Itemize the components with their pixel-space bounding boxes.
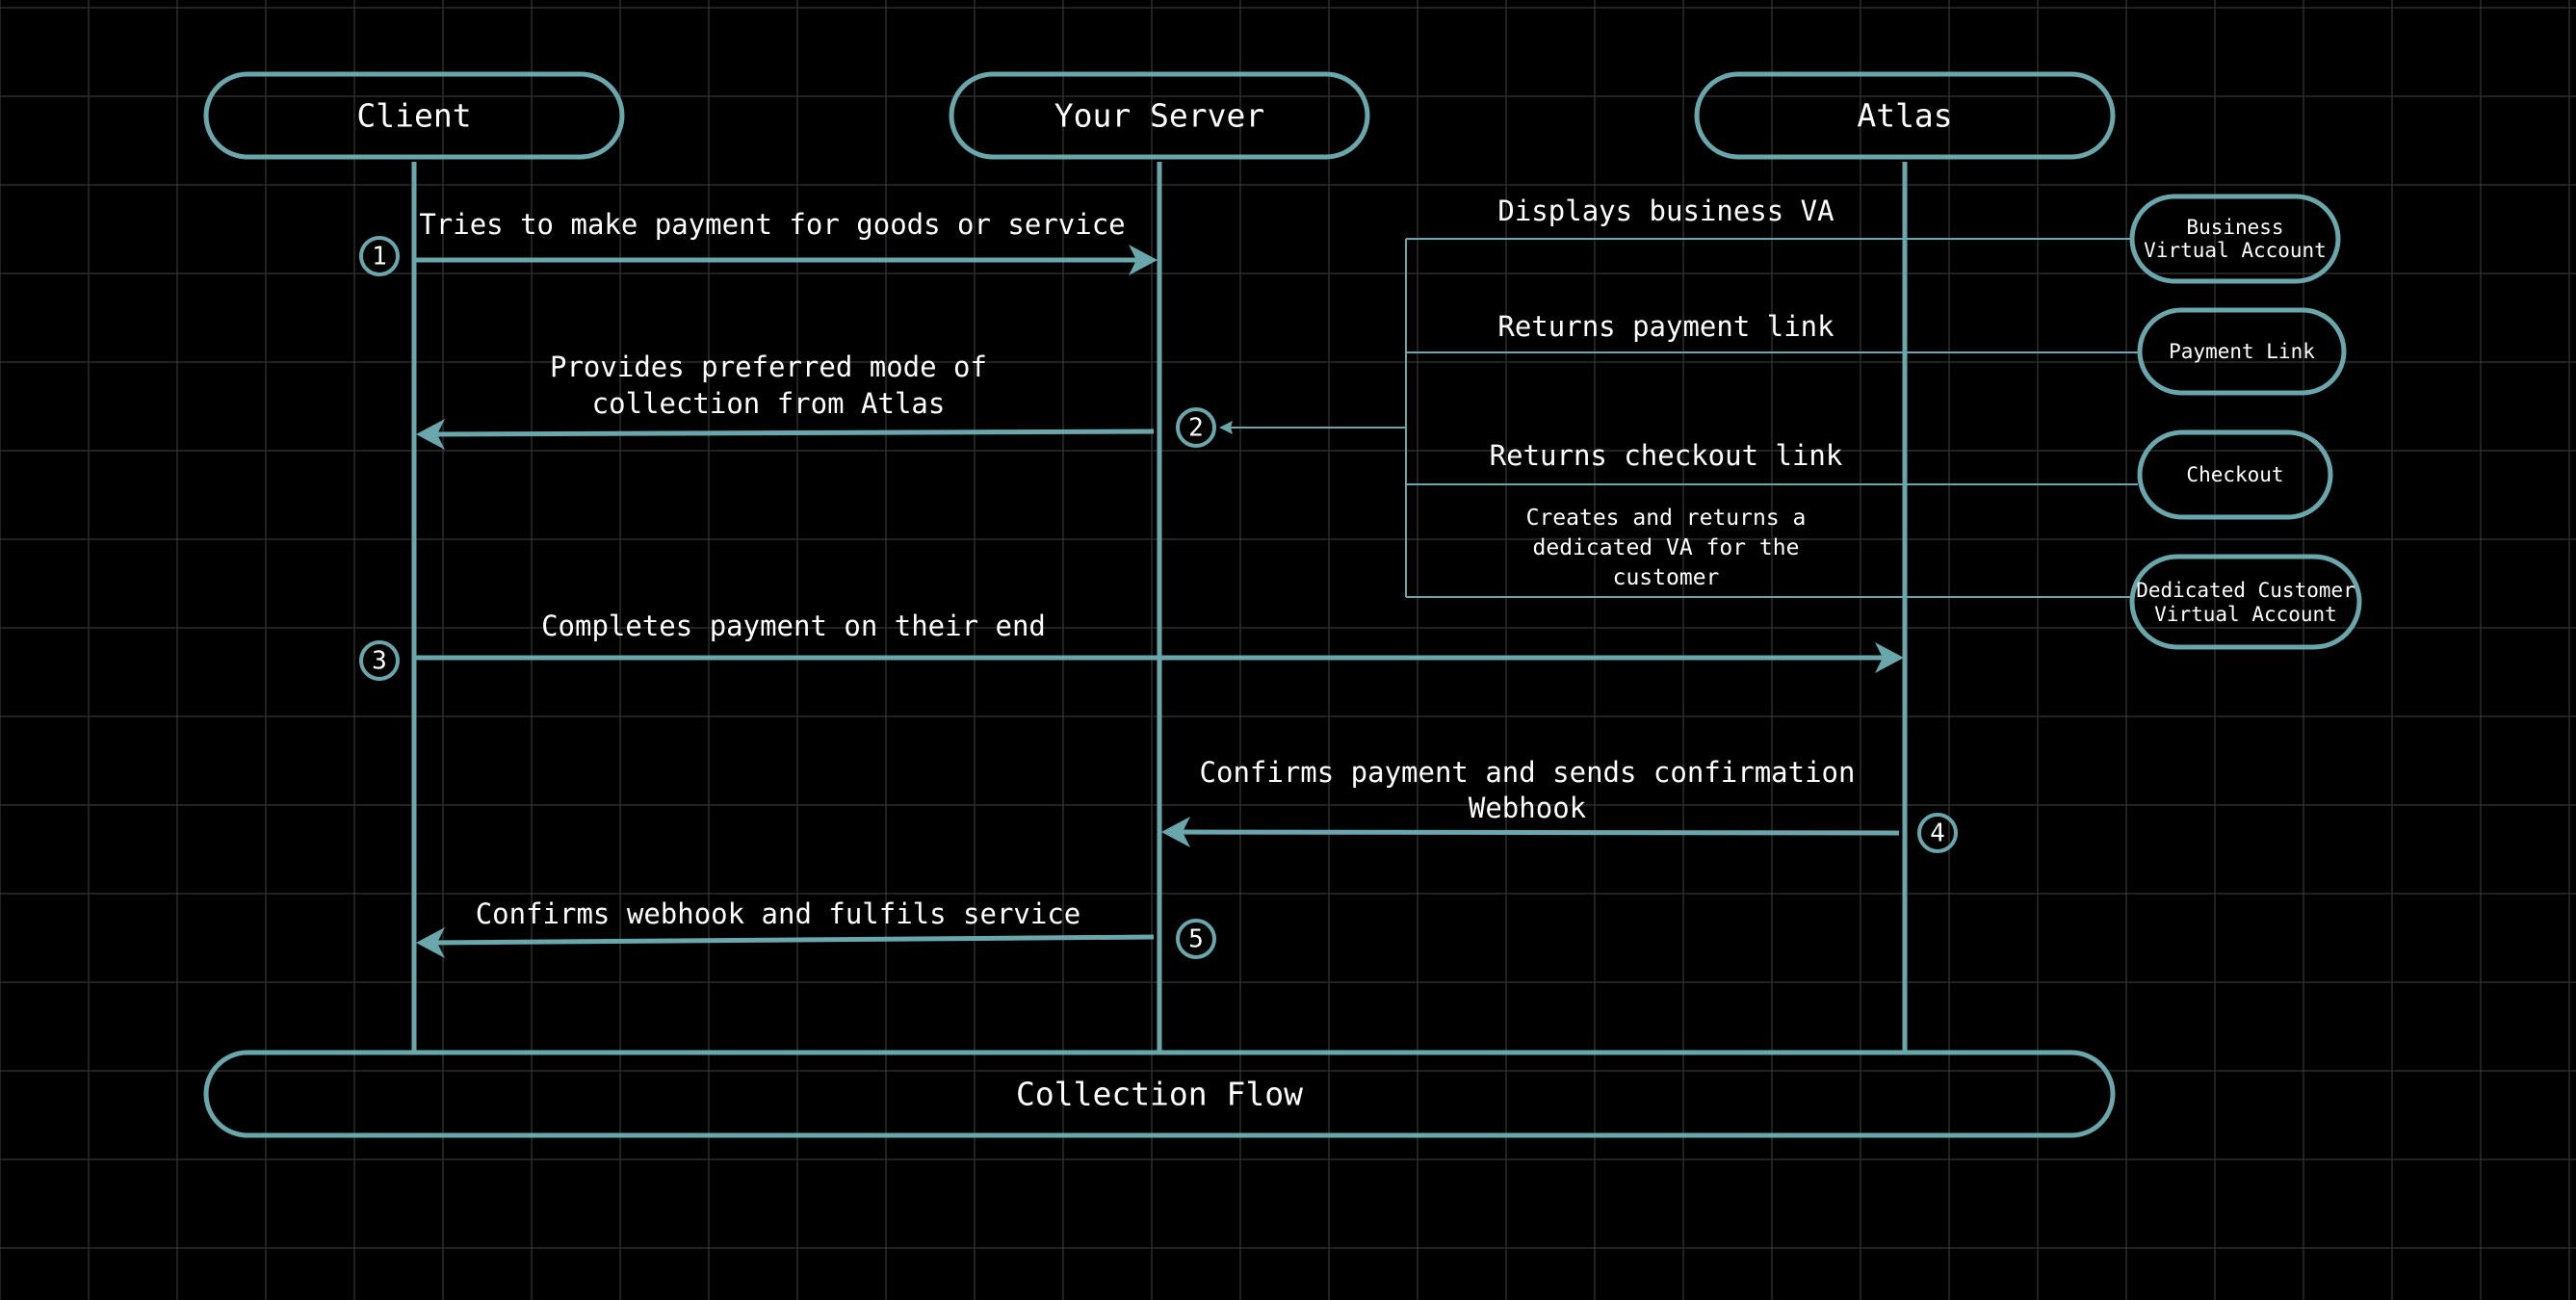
step-5: Confirms webhook and fulfils service 5: [416, 897, 1216, 959]
actor-client-label: Client: [356, 97, 471, 135]
step-3-label: Completes payment on their end: [541, 610, 1046, 642]
node-payment-link-label: Payment Link: [2169, 340, 2315, 363]
collection-flow-diagram: Client Your Server Atlas Collection Flow…: [0, 0, 2576, 1300]
node-dedicated-customer-virtual-account[interactable]: Dedicated Customer Virtual Account: [2129, 554, 2362, 650]
node-checkout[interactable]: Checkout: [2137, 429, 2333, 520]
actor-server[interactable]: Your Server: [949, 71, 1370, 160]
step-1: 1 Tries to make payment for goods or ser…: [359, 208, 1158, 276]
node-dedicated-line1: Dedicated Customer: [2136, 579, 2355, 602]
step-4-label-line1: Confirms payment and sends confirmation: [1200, 756, 1856, 789]
option-payment-link: Returns payment link: [1497, 310, 1834, 343]
step-1-number: 1: [372, 243, 387, 272]
step-2-arrow: [429, 429, 1155, 437]
footer-title: Collection Flow: [1016, 1076, 1303, 1113]
node-business-line2: Virtual Account: [2144, 239, 2327, 262]
node-checkout-label: Checkout: [2186, 463, 2283, 486]
option-checkout: Returns checkout link: [1490, 439, 1843, 472]
step-4-arrow: [1174, 829, 1900, 836]
node-business-line1: Business: [2186, 216, 2283, 239]
step-3-number: 3: [372, 647, 387, 676]
option-business-va: Displays business VA: [1497, 195, 1834, 227]
step-2-label-line2: collection from Atlas: [592, 387, 946, 420]
step-2-number: 2: [1188, 414, 1204, 443]
node-dedicated-line2: Virtual Account: [2154, 603, 2337, 626]
actor-client[interactable]: Client: [203, 71, 625, 160]
actor-server-label: Your Server: [1054, 97, 1265, 135]
option-dedicated-line3: customer: [1613, 565, 1720, 590]
step-1-label: Tries to make payment for goods or servi…: [419, 208, 1125, 241]
actor-atlas[interactable]: Atlas: [1694, 71, 2116, 160]
step-2-label-line1: Provides preferred mode of: [550, 351, 987, 383]
step-2: Provides preferred mode of collection fr…: [416, 351, 1406, 450]
step-5-label: Confirms webhook and fulfils service: [476, 897, 1081, 930]
step-3: 3 Completes payment on their end: [359, 610, 1904, 681]
step-2-options-arrowhead: [1219, 421, 1233, 434]
node-business-virtual-account[interactable]: Business Virtual Account: [2129, 194, 2341, 284]
option-dedicated-line1: Creates and returns a: [1526, 506, 1807, 531]
step-4-label-line2: Webhook: [1469, 792, 1587, 824]
step-4-number: 4: [1930, 819, 1945, 848]
node-dedicated-box: [2129, 554, 2362, 650]
step-5-number: 5: [1188, 925, 1204, 954]
node-payment-link[interactable]: Payment Link: [2137, 307, 2347, 396]
step-5-arrow: [429, 934, 1155, 946]
option-dedicated-line2: dedicated VA for the: [1533, 535, 1800, 560]
collection-flow-footer: Collection Flow: [203, 1050, 2116, 1138]
step-4: Confirms payment and sends confirmation …: [1161, 756, 1958, 853]
actor-atlas-label: Atlas: [1857, 97, 1952, 135]
